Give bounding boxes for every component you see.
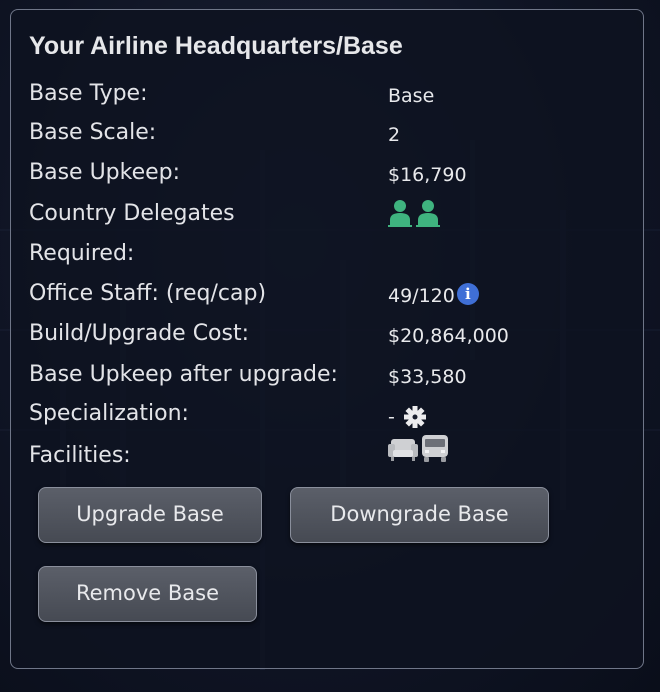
specialization-value-group: -	[388, 405, 427, 429]
row-upkeep-after-upgrade: Base Upkeep after upgrade: $33,580	[29, 362, 629, 392]
delegates-icons	[388, 199, 444, 227]
upkeep-after-upgrade-value: $33,580	[388, 366, 467, 388]
row-build-upgrade-cost: Build/Upgrade Cost: $20,864,000	[29, 321, 629, 351]
upgrade-base-button[interactable]: Upgrade Base	[38, 487, 262, 543]
country-delegates-label: Country Delegates	[29, 201, 235, 226]
base-type-label: Base Type:	[29, 81, 148, 106]
facilities-label: Facilities:	[29, 443, 131, 468]
base-type-value: Base	[388, 85, 435, 107]
office-staff-value: 49/120	[388, 285, 455, 307]
remove-base-button[interactable]: Remove Base	[38, 566, 257, 622]
base-upkeep-value: $16,790	[388, 164, 467, 186]
row-office-staff: Office Staff: (req/cap) 49/120 i	[29, 281, 629, 311]
row-base-upkeep: Base Upkeep: $16,790	[29, 160, 629, 190]
base-upkeep-label: Base Upkeep:	[29, 160, 181, 185]
base-info-panel: Your Airline Headquarters/Base Base Type…	[10, 9, 644, 669]
delegate-person-icon	[416, 200, 440, 227]
base-scale-label: Base Scale:	[29, 120, 157, 145]
specialization-label: Specialization:	[29, 401, 189, 426]
row-base-type: Base Type: Base	[29, 81, 629, 111]
build-upgrade-cost-label: Build/Upgrade Cost:	[29, 321, 250, 346]
specialization-value: -	[388, 406, 395, 428]
row-specialization: Specialization: -	[29, 401, 629, 431]
office-staff-label: Office Staff: (req/cap)	[29, 281, 267, 306]
office-staff-value-group: 49/120 i	[388, 283, 479, 307]
row-facilities: Facilities:	[29, 435, 629, 473]
country-delegates-label-line2: Required:	[29, 241, 135, 266]
upkeep-after-upgrade-label: Base Upkeep after upgrade:	[29, 362, 338, 387]
base-scale-value: 2	[388, 124, 401, 146]
info-icon[interactable]: i	[456, 283, 479, 305]
shuttle-bus-icon[interactable]	[420, 433, 450, 463]
row-country-delegates: Country Delegates Required:	[29, 199, 629, 273]
delegate-person-icon	[388, 200, 412, 227]
gear-icon[interactable]	[403, 405, 427, 429]
row-base-scale: Base Scale: 2	[29, 120, 629, 150]
facilities-icons	[388, 433, 452, 463]
panel-title: Your Airline Headquarters/Base	[29, 32, 403, 60]
downgrade-base-button[interactable]: Downgrade Base	[290, 487, 549, 543]
lounge-armchair-icon[interactable]	[388, 433, 418, 463]
build-upgrade-cost-value: $20,864,000	[388, 325, 509, 347]
